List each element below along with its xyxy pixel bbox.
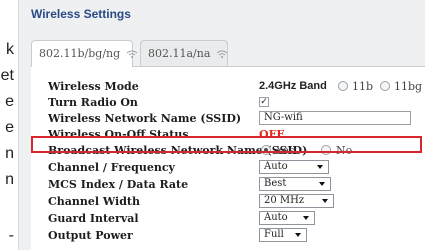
broadcast-no-label: No — [336, 144, 353, 157]
background-text-fragment: n — [5, 171, 14, 188]
ssid-row: Wireless Network Name (SSID) NG-wifi — [31, 111, 425, 127]
wireless-settings-panel: Wireless Settings 802.11b/bg/ng 802.11a/… — [18, 0, 425, 251]
broadcast-yes-label: Yes — [276, 144, 295, 157]
channel-width-row: Channel Width 20 MHz — [31, 194, 425, 210]
background-text-fragment: n — [5, 145, 14, 162]
mode-11b-radio[interactable] — [338, 81, 348, 91]
ssid-input[interactable]: NG-wifi — [259, 111, 411, 125]
turn-radio-on-label: Turn Radio On — [48, 96, 138, 109]
panel-header: Wireless Settings — [19, 0, 425, 28]
tab-label: 802.11b/bg/ng — [39, 47, 121, 60]
background-text-fragment: k — [6, 41, 14, 58]
guard-interval-select-value: Auto — [264, 212, 288, 223]
mcs-select-value: Best — [264, 178, 287, 189]
dropdown-arrow-icon — [319, 182, 325, 186]
broadcast-yes-radio[interactable] — [261, 145, 271, 155]
tab-802-11a-na[interactable]: 802.11a/na — [140, 40, 228, 66]
background-text-fragment: e — [5, 93, 14, 110]
background-text-fragment: e — [5, 119, 14, 136]
mcs-select[interactable]: Best — [259, 177, 331, 191]
channel-width-label: Channel Width — [48, 195, 140, 208]
dropdown-arrow-icon — [322, 199, 328, 203]
wireless-mode-row: Wireless Mode 2.4GHz Band 11b 11bg — [31, 79, 425, 95]
output-power-select-value: Full — [264, 229, 284, 240]
channel-label: Channel / Frequency — [48, 161, 175, 174]
wireless-mode-label: Wireless Mode — [48, 80, 139, 93]
mode-11b-label: 11b — [352, 80, 374, 93]
background-page-text: k et e e n n - — [0, 0, 18, 250]
mode-11bg-label: 11bg — [394, 80, 423, 93]
turn-radio-on-row: Turn Radio On ✓ — [31, 95, 425, 111]
output-power-row: Output Power Full — [31, 228, 425, 244]
guard-interval-label: Guard Interval — [48, 212, 139, 225]
turn-radio-on-checkbox[interactable]: ✓ — [259, 97, 269, 107]
broadcast-no-radio[interactable] — [321, 145, 331, 155]
output-power-select[interactable]: Full — [259, 228, 307, 242]
panel-title: Wireless Settings — [31, 7, 131, 21]
dropdown-arrow-icon — [303, 216, 309, 220]
guard-interval-select[interactable]: Auto — [259, 211, 315, 225]
wifi-icon — [216, 50, 228, 58]
channel-select[interactable]: Auto — [259, 160, 329, 174]
on-off-status-row: Wireless On-Off Status OFF — [31, 127, 425, 143]
broadcast-ssid-row: Broadcast Wireless Network Name (SSID) Y… — [31, 143, 425, 159]
mcs-row: MCS Index / Data Rate Best — [31, 177, 425, 193]
channel-row: Channel / Frequency Auto — [31, 160, 425, 176]
tab-label: 802.11a/na — [148, 47, 211, 60]
background-text-fragment: - — [8, 227, 14, 244]
output-power-label: Output Power — [48, 229, 133, 242]
mode-11bg-radio[interactable] — [380, 81, 390, 91]
background-text-fragment: et — [0, 67, 14, 84]
ssid-label: Wireless Network Name (SSID) — [48, 112, 242, 125]
channel-select-value: Auto — [264, 161, 288, 172]
on-off-status-label: Wireless On-Off Status — [48, 128, 189, 141]
tab-802-11b-bg-ng[interactable]: 802.11b/bg/ng — [31, 40, 137, 67]
wifi-icon — [126, 50, 137, 58]
guard-interval-row: Guard Interval Auto — [31, 211, 425, 227]
channel-width-select[interactable]: 20 MHz — [259, 194, 334, 208]
channel-width-select-value: 20 MHz — [264, 195, 305, 206]
mcs-label: MCS Index / Data Rate — [48, 178, 189, 191]
band-text: 2.4GHz Band — [259, 80, 327, 92]
dropdown-arrow-icon — [317, 165, 323, 169]
status-off-text: OFF — [259, 128, 285, 141]
settings-form: Wireless Mode 2.4GHz Band 11b 11bg Turn … — [31, 66, 425, 251]
dropdown-arrow-icon — [295, 233, 301, 237]
